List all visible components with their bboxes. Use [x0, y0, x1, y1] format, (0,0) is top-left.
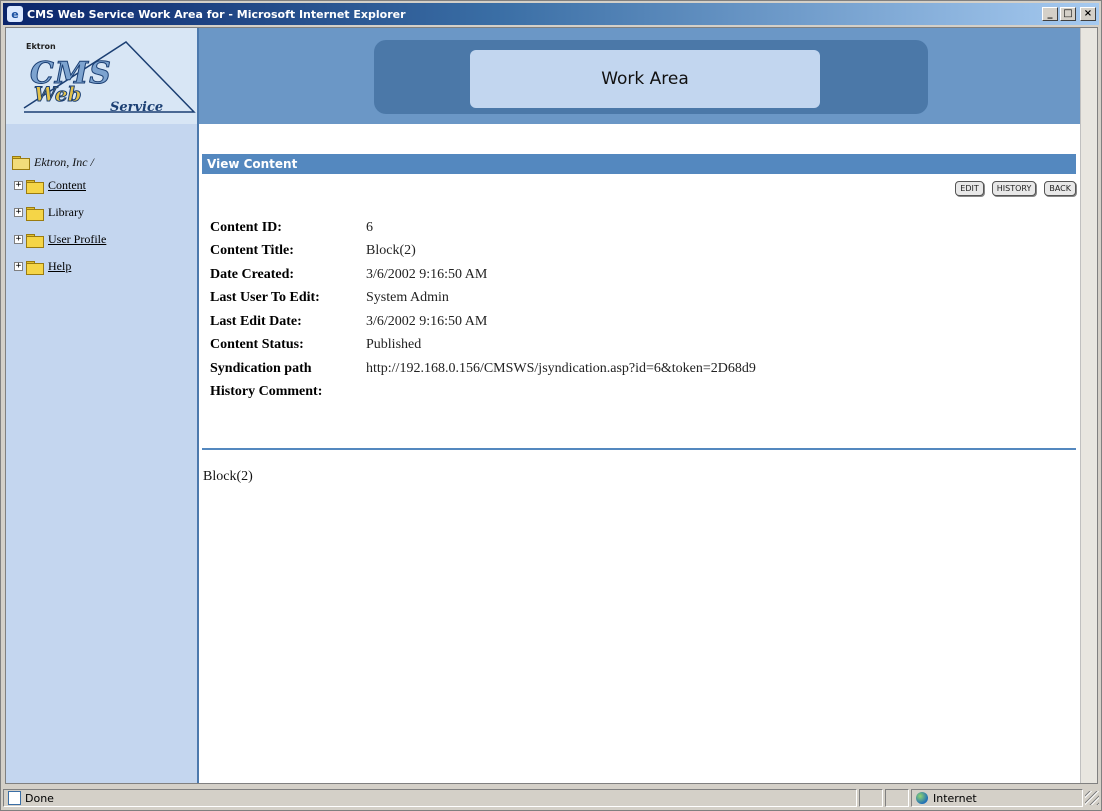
browser-window: e CMS Web Service Work Area for - Micros…: [0, 0, 1102, 811]
back-button[interactable]: BACK: [1044, 181, 1076, 196]
detail-row-date-created: Date Created: 3/6/2002 9:16:50 AM: [210, 263, 756, 287]
logo-web-text: Web: [34, 82, 83, 107]
status-cell: [859, 789, 883, 807]
minimize-button[interactable]: _: [1042, 7, 1058, 21]
detail-value: 6: [366, 219, 373, 235]
section-title: View Content: [202, 154, 1076, 174]
detail-label: Date Created:: [210, 266, 295, 282]
security-zone[interactable]: Internet: [911, 789, 1083, 807]
detail-label: Content ID:: [210, 219, 282, 235]
detail-label: Syndication path: [210, 360, 312, 376]
detail-row-last-edit-date: Last Edit Date: 3/6/2002 9:16:50 AM: [210, 310, 756, 334]
zone-label: Internet: [933, 791, 977, 805]
page-icon: [8, 791, 21, 805]
maximize-button[interactable]: □: [1060, 7, 1076, 21]
resize-grip-icon[interactable]: [1085, 791, 1099, 805]
status-text-cell: Done: [3, 789, 857, 807]
folder-icon: [26, 179, 44, 194]
open-folder-icon: [12, 156, 30, 170]
content-details: Content ID: 6 Content Title: Block(2) Da…: [210, 216, 756, 404]
status-cell: [885, 789, 909, 807]
status-text: Done: [25, 791, 54, 805]
close-button[interactable]: ×: [1080, 7, 1096, 21]
sidebar-item-label[interactable]: User Profile: [48, 232, 106, 247]
detail-value: Published: [366, 337, 422, 353]
detail-label: Content Status:: [210, 337, 304, 353]
logo-ektron-text: Ektron: [26, 42, 56, 51]
sidebar-item-library[interactable]: + Library: [12, 199, 106, 226]
window-title: CMS Web Service Work Area for - Microsof…: [27, 7, 406, 21]
detail-value: Block(2): [366, 243, 416, 259]
detail-row-content-title: Content Title: Block(2): [210, 240, 756, 264]
logo-service-text: Service: [110, 100, 164, 115]
detail-row-last-user: Last User To Edit: System Admin: [210, 287, 756, 311]
work-area-banner: Work Area: [374, 40, 928, 114]
sidebar-item-user-profile[interactable]: + User Profile: [12, 226, 106, 253]
expand-icon[interactable]: +: [14, 208, 23, 217]
folder-tree: Ektron, Inc / + Content + Library + User…: [12, 152, 106, 280]
action-toolbar: EDIT HISTORY BACK: [955, 181, 1076, 196]
expand-icon[interactable]: +: [14, 235, 23, 244]
content-divider: [202, 448, 1076, 450]
sidebar-item-label[interactable]: Library: [48, 205, 84, 220]
detail-row-syndication-path: Syndication path http://192.168.0.156/CM…: [210, 357, 756, 381]
work-area-title: Work Area: [470, 50, 820, 108]
detail-row-history-comment: History Comment:: [210, 381, 756, 405]
sidebar-item-help[interactable]: + Help: [12, 253, 106, 280]
page-content: Ektron CMS Web Service Work Area Ektron,…: [5, 27, 1098, 784]
folder-icon: [26, 206, 44, 221]
globe-icon: [916, 792, 928, 804]
detail-row-content-id: Content ID: 6: [210, 216, 756, 240]
detail-label: History Comment:: [210, 384, 323, 400]
cms-logo: Ektron CMS Web Service: [6, 28, 199, 124]
sidebar-item-label[interactable]: Help: [48, 259, 71, 274]
detail-value: 3/6/2002 9:16:50 AM: [366, 266, 488, 282]
tree-root[interactable]: Ektron, Inc /: [12, 152, 106, 172]
expand-icon[interactable]: +: [14, 262, 23, 271]
ie-logo-icon: e: [7, 6, 23, 22]
expand-icon[interactable]: +: [14, 181, 23, 190]
sidebar-item-content[interactable]: + Content: [12, 172, 106, 199]
detail-value: 3/6/2002 9:16:50 AM: [366, 313, 488, 329]
detail-label: Last Edit Date:: [210, 313, 302, 329]
content-body: Block(2): [203, 469, 253, 484]
folder-icon: [26, 260, 44, 275]
header-banner: Ektron CMS Web Service Work Area: [6, 28, 1097, 124]
edit-button[interactable]: EDIT: [955, 181, 984, 196]
title-bar: e CMS Web Service Work Area for - Micros…: [3, 3, 1099, 25]
detail-label: Content Title:: [210, 243, 294, 259]
history-button[interactable]: HISTORY: [991, 181, 1037, 196]
status-bar: Done Internet: [3, 788, 1099, 808]
detail-row-content-status: Content Status: Published: [210, 334, 756, 358]
window-controls: _ □ ×: [1042, 7, 1096, 21]
vertical-scrollbar[interactable]: [1080, 28, 1097, 783]
sidebar: Ektron, Inc / + Content + Library + User…: [6, 124, 199, 783]
detail-label: Last User To Edit:: [210, 290, 320, 306]
sidebar-item-label[interactable]: Content: [48, 178, 86, 193]
detail-value: http://192.168.0.156/CMSWS/jsyndication.…: [366, 360, 756, 376]
folder-icon: [26, 233, 44, 248]
main-panel: View Content EDIT HISTORY BACK Content I…: [202, 124, 1078, 783]
detail-value: System Admin: [366, 290, 449, 306]
tree-root-label: Ektron, Inc /: [34, 154, 94, 169]
